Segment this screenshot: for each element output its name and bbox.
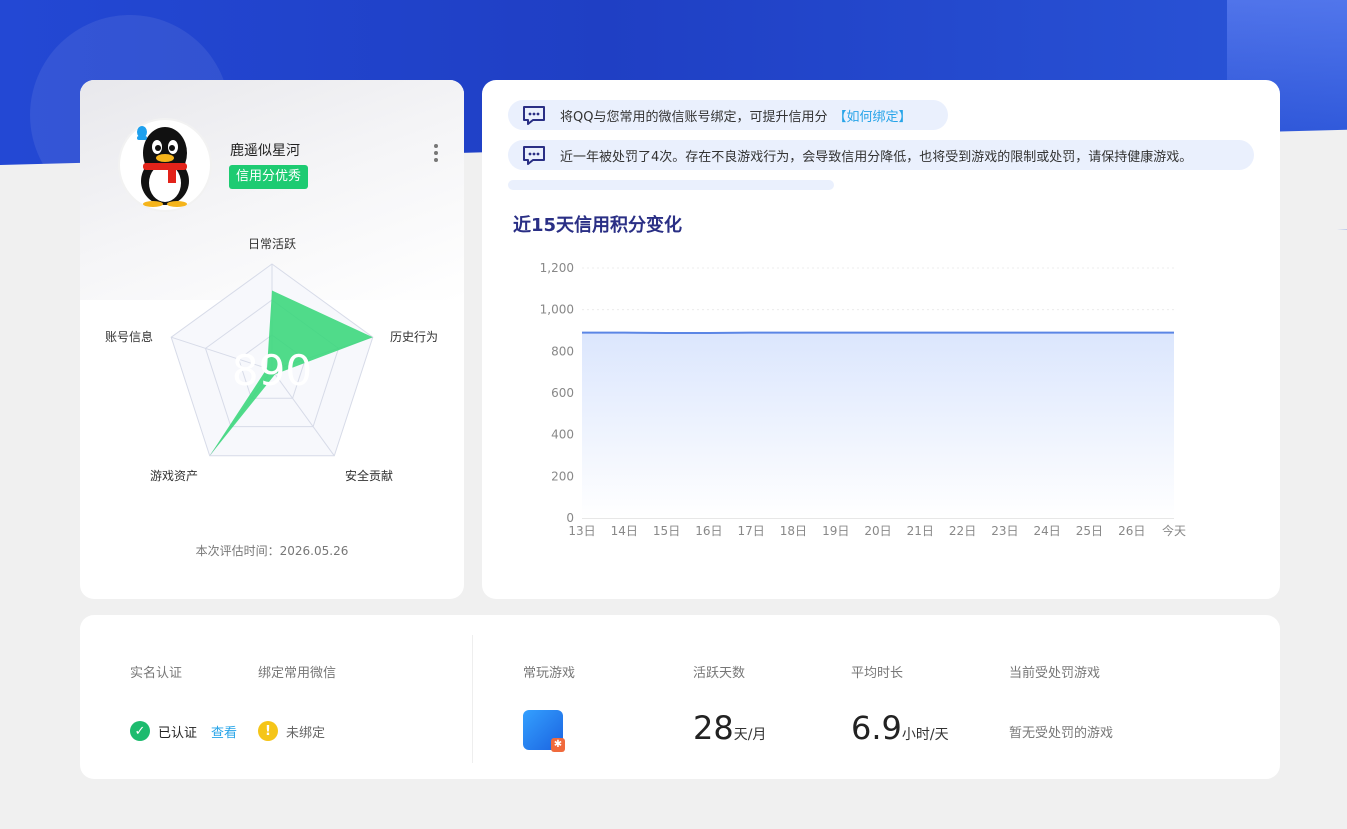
real-name-status-text: 已认证	[158, 725, 198, 741]
active-days-unit: 天/月	[733, 727, 767, 743]
active-days-label: 活跃天数	[693, 666, 746, 681]
credit-level-badge: 信用分优秀	[229, 165, 309, 189]
check-icon: ✓	[130, 721, 150, 741]
notice-more	[508, 180, 834, 190]
how-to-bind-link[interactable]: 【如何绑定】	[833, 106, 911, 125]
real-name-label: 实名认证	[130, 666, 183, 681]
chart-x-tick-label: 15日	[653, 524, 680, 538]
chart-y-tick-label: 400	[551, 428, 574, 442]
real-name-status: ✓ 已认证 查看	[130, 721, 237, 741]
avg-duration-value: 6.9小时/天	[851, 709, 949, 747]
warning-icon: !	[258, 721, 278, 741]
radar-label-history: 历史行为	[390, 330, 439, 344]
qq-badge-icon	[137, 126, 147, 140]
chart-x-tick-label: 22日	[949, 524, 976, 538]
notice-text: 近一年被处罚了4次。存在不良游戏行为，会导致信用分降低，也将受到游戏的限制或处罚…	[560, 149, 1193, 165]
wechat-status-text: 未绑定	[286, 725, 326, 741]
profile-card: 鹿遥似星河 信用分优秀 890 日常活跃 历史行为 安全贡献 游戏资产 账号信息…	[80, 80, 464, 599]
avg-duration-number: 6.9	[851, 709, 902, 747]
active-days-value: 28天/月	[693, 709, 766, 747]
wechat-status: ! 未绑定	[258, 721, 325, 741]
notice-penalty: 近一年被处罚了4次。存在不良游戏行为，会导致信用分降低，也将受到游戏的限制或处罚…	[508, 140, 1254, 170]
penalty-games-label: 当前受处罚游戏	[1009, 666, 1101, 681]
notice-text: 将QQ与您常用的微信账号绑定，可提升信用分	[560, 109, 828, 125]
nickname: 鹿遥似星河	[230, 143, 300, 159]
credit-trend-chart: 0 200 400 600 800 1,000 1,200 13日 14日 15日 16日 17日 1…	[540, 261, 1186, 538]
chart-x-tick-label: 18日	[780, 524, 807, 538]
chart-x-tick-label: 26日	[1118, 524, 1145, 538]
chart-x-tick-label: 24日	[1034, 524, 1061, 538]
chart-y-tick-label: 600	[551, 386, 574, 400]
radar-label-account: 账号信息	[105, 330, 154, 344]
common-games-label: 常玩游戏	[523, 666, 576, 681]
evaluation-time: 本次评估时间：2026.05.26	[195, 544, 349, 558]
stats-card: 实名认证 绑定常用微信 常玩游戏 活跃天数 平均时长 当前受处罚游戏 ✓ 已认证…	[80, 615, 1280, 779]
message-icon	[523, 146, 545, 165]
radar-label-daily: 日常活跃	[248, 237, 297, 251]
chart-x-tick-label: 20日	[864, 524, 891, 538]
chart-x-tick-label: 19日	[822, 524, 849, 538]
chart-x-tick-label: 23日	[991, 524, 1018, 538]
view-link[interactable]: 查看	[211, 722, 237, 741]
chart-title: 近15天信用积分变化	[513, 215, 683, 236]
credit-score: 890	[232, 346, 312, 395]
chart-x-tick-label: 13日	[568, 524, 595, 538]
stats-divider	[472, 635, 473, 763]
radar-label-security: 安全贡献	[345, 469, 394, 483]
chart-x-tick-label: 16日	[695, 524, 722, 538]
avatar[interactable]	[120, 120, 210, 210]
avg-duration-unit: 小时/天	[901, 727, 949, 743]
info-card: 将QQ与您常用的微信账号绑定，可提升信用分 【如何绑定】 近一年被处罚了4次。存…	[482, 80, 1280, 599]
chart-y-tick-label: 200	[551, 469, 574, 483]
radar-label-assets: 游戏资产	[150, 469, 199, 483]
message-icon	[523, 106, 545, 125]
notice-bind-wechat: 将QQ与您常用的微信账号绑定，可提升信用分 【如何绑定】	[508, 100, 948, 130]
chart-x-tick-label: 25日	[1076, 524, 1103, 538]
chart-area	[582, 332, 1174, 518]
game-icon[interactable]: ✱	[523, 710, 565, 752]
credit-radar-chart: 890	[170, 263, 374, 457]
chart-x-tick-label: 21日	[907, 524, 934, 538]
no-penalty-text: 暂无受处罚的游戏	[1009, 726, 1114, 741]
avg-duration-label: 平均时长	[851, 666, 904, 681]
chart-x-tick-label: 今天	[1162, 523, 1186, 538]
game-tag-icon: ✱	[551, 738, 565, 752]
chart-x-tick-label: 14日	[611, 524, 638, 538]
more-options-icon[interactable]	[432, 142, 440, 164]
active-days-number: 28	[693, 709, 734, 747]
chart-y-tick-label: 800	[551, 344, 574, 358]
chart-y-tick-label: 1,200	[540, 261, 574, 275]
wechat-label: 绑定常用微信	[258, 666, 337, 681]
chart-x-tick-label: 17日	[738, 524, 765, 538]
chart-y-tick-label: 0	[566, 511, 574, 525]
chart-y-tick-label: 1,000	[540, 303, 574, 317]
